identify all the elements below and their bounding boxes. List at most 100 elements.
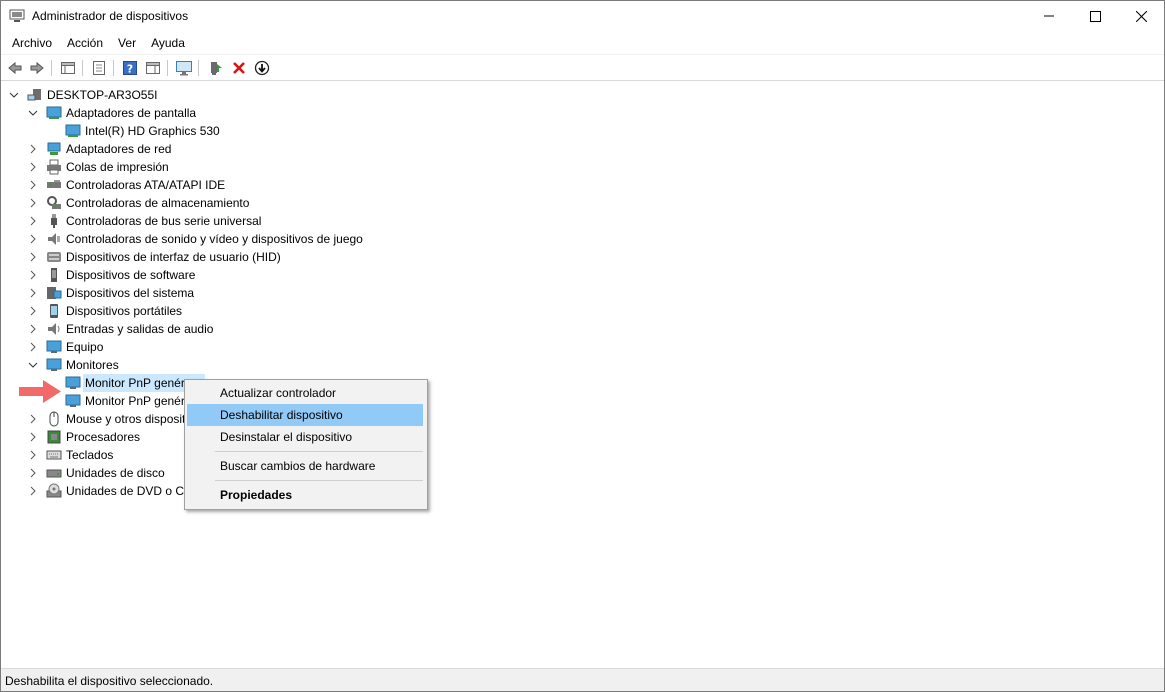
ctx-update-driver[interactable]: Actualizar controlador — [187, 382, 423, 404]
action-pane-button[interactable] — [143, 58, 163, 78]
chevron-down-icon[interactable] — [9, 90, 19, 100]
red-x-icon — [233, 62, 245, 74]
portable-device-icon — [50, 304, 58, 318]
monitor-icon — [46, 358, 62, 371]
ctx-uninstall-device[interactable]: Desinstalar el dispositivo — [187, 426, 423, 448]
maximize-button[interactable] — [1072, 1, 1118, 31]
minimize-icon — [1044, 15, 1054, 17]
keyboard-icon — [46, 450, 62, 460]
menu-archivo[interactable]: Archivo — [1, 32, 59, 52]
monitor-scan-icon — [176, 61, 192, 76]
action-pane-icon — [146, 62, 160, 74]
chevron-right-icon[interactable] — [28, 414, 38, 424]
disk-drive-icon — [46, 469, 62, 478]
hid-icon — [47, 252, 61, 262]
toolbar-separator — [51, 60, 52, 76]
title-bar: Administrador de dispositivos — [1, 1, 1164, 31]
display-adapter-icon — [65, 124, 81, 137]
menu-ver[interactable]: Ver — [110, 32, 143, 52]
status-bar: Deshabilita el dispositivo seleccionado. — [1, 668, 1164, 691]
chevron-down-icon[interactable] — [28, 108, 38, 118]
mouse-icon — [49, 411, 59, 427]
chevron-right-icon[interactable] — [28, 486, 38, 496]
toolbar-separator — [82, 60, 83, 76]
forward-button[interactable] — [27, 58, 47, 78]
tree-item-label: Controladoras de sonido y vídeo y dispos… — [66, 232, 363, 246]
tree-item-label: Dispositivos de interfaz de usuario (HID… — [66, 250, 281, 264]
chevron-down-icon[interactable] — [28, 360, 38, 370]
minimize-button[interactable] — [1026, 1, 1072, 31]
back-arrow-icon — [8, 61, 22, 75]
menu-ayuda[interactable]: Ayuda — [143, 32, 192, 52]
chevron-right-icon[interactable] — [28, 180, 38, 190]
usb-icon — [51, 214, 57, 228]
red-arrow-annotation-icon — [19, 380, 61, 403]
storage-controller-icon — [47, 196, 61, 209]
processor-icon — [47, 430, 61, 444]
chevron-right-icon[interactable] — [28, 198, 38, 208]
ctx-properties[interactable]: Propiedades — [187, 484, 423, 506]
maximize-icon — [1089, 10, 1101, 22]
close-button[interactable] — [1118, 1, 1164, 31]
chevron-right-icon[interactable] — [28, 234, 38, 244]
tree-item-label: Intel(R) HD Graphics 530 — [85, 124, 220, 138]
chevron-right-icon[interactable] — [28, 144, 38, 154]
device-tree: DESKTOP-AR3O55I Adaptadores de pantalla … — [1, 83, 1164, 666]
scan-hardware-button[interactable] — [174, 58, 194, 78]
help-button[interactable]: ? — [120, 58, 140, 78]
back-button[interactable] — [5, 58, 25, 78]
tree-item-label: Entradas y salidas de audio — [66, 322, 214, 336]
tree-item-label: Teclados — [66, 448, 114, 462]
device-manager-window: Administrador de dispositivos Archivo Ac… — [0, 0, 1165, 692]
toolbar-separator — [167, 60, 168, 76]
tree-item-label: Dispositivos portátiles — [66, 304, 183, 318]
chevron-right-icon[interactable] — [28, 324, 38, 334]
chevron-right-icon[interactable] — [28, 162, 38, 172]
tree-item-label: Colas de impresión — [66, 160, 169, 174]
toolbar: ? — [1, 54, 1164, 81]
chevron-right-icon[interactable] — [28, 306, 38, 316]
tree-root-label: DESKTOP-AR3O55I — [47, 88, 158, 102]
context-menu: Actualizar controlador Deshabilitar disp… — [184, 379, 428, 510]
ctx-separator — [215, 451, 423, 452]
uninstall-device-button[interactable] — [229, 58, 249, 78]
window-title: Administrador de dispositivos — [32, 9, 189, 23]
ctx-scan-hardware[interactable]: Buscar cambios de hardware — [187, 455, 423, 477]
monitor-icon — [65, 376, 81, 389]
monitor-icon — [65, 394, 81, 407]
tree-item-label: Monitores — [66, 358, 119, 372]
chevron-right-icon[interactable] — [28, 288, 38, 298]
computer-monitor-icon — [46, 340, 62, 353]
ide-controller-icon — [47, 180, 61, 188]
chevron-right-icon[interactable] — [28, 432, 38, 442]
help-icon: ? — [123, 61, 137, 76]
properties-toolbar-button[interactable] — [89, 58, 109, 78]
update-driver-button[interactable] — [205, 58, 225, 78]
computer-icon — [27, 89, 41, 101]
tree-item-label: Adaptadores de pantalla — [66, 106, 197, 120]
show-hide-console-tree-button[interactable] — [58, 58, 78, 78]
tree-item-label: Dispositivos del sistema — [66, 286, 195, 300]
chevron-right-icon[interactable] — [28, 216, 38, 226]
tree-item-label: Mouse y otros disposit — [66, 412, 186, 426]
tree-item-label: Dispositivos de software — [66, 268, 196, 282]
tree-item-label: Controladoras de bus serie universal — [66, 214, 262, 228]
tree-item-label: Equipo — [66, 340, 104, 354]
disable-device-button[interactable] — [252, 58, 272, 78]
chevron-right-icon[interactable] — [28, 450, 38, 460]
close-icon — [1135, 10, 1147, 22]
software-device-icon — [51, 268, 57, 282]
properties-sheet-icon — [93, 61, 105, 75]
network-adapter-icon — [47, 142, 61, 155]
chevron-right-icon[interactable] — [28, 252, 38, 262]
ctx-disable-device[interactable]: Deshabilitar dispositivo — [187, 404, 423, 426]
chevron-right-icon[interactable] — [28, 468, 38, 478]
menu-accion[interactable]: Acción — [59, 32, 110, 52]
display-adapter-icon — [46, 106, 62, 119]
chevron-right-icon[interactable] — [28, 342, 38, 352]
chevron-right-icon[interactable] — [28, 270, 38, 280]
tree-item-label: Controladoras ATA/ATAPI IDE — [66, 178, 226, 192]
toolbar-separator — [113, 60, 114, 76]
tree-item-label: Monitor PnP genér — [85, 394, 185, 408]
speaker-icon — [48, 233, 60, 245]
